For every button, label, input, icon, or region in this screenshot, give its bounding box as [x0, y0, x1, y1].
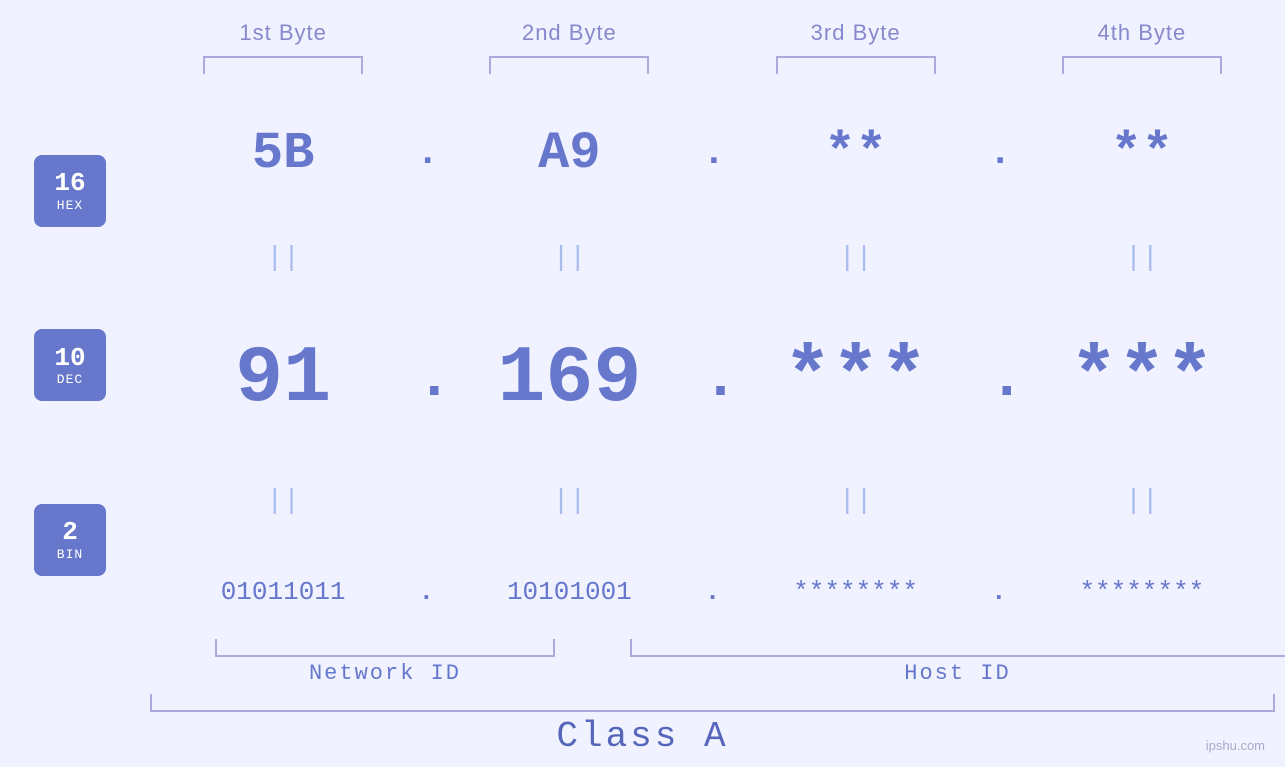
- id-labels-row: Network ID Host ID: [0, 661, 1285, 686]
- bracket-4: [999, 56, 1285, 74]
- dec-dot-3: .: [989, 346, 1009, 414]
- eq-1: ||: [150, 243, 416, 274]
- hex-byte-2: A9: [436, 124, 702, 183]
- byte-4-header: 4th Byte: [999, 20, 1285, 46]
- top-brackets: [0, 56, 1285, 74]
- bin-dot-2: .: [703, 577, 723, 607]
- dec-dot-1: .: [416, 346, 436, 414]
- eq-4: ||: [1009, 243, 1275, 274]
- hex-dot-1: .: [416, 132, 436, 175]
- hex-byte-3: **: [723, 124, 989, 183]
- hex-dot-3: .: [989, 132, 1009, 175]
- bracket-2: [426, 56, 712, 74]
- bin-badge: 2 BIN: [34, 504, 106, 576]
- bracket-line-1: [203, 56, 363, 74]
- hex-byte-1: 5B: [150, 124, 416, 183]
- byte-1-header: 1st Byte: [140, 20, 426, 46]
- eq2-1: ||: [150, 486, 416, 517]
- bracket-line-3: [776, 56, 936, 74]
- dec-byte-1: 91: [150, 334, 416, 425]
- eq-row-1: || || || ||: [140, 243, 1285, 274]
- header-row: 1st Byte 2nd Byte 3rd Byte 4th Byte: [0, 0, 1285, 46]
- dec-byte-3: ***: [723, 334, 989, 425]
- main-container: 1st Byte 2nd Byte 3rd Byte 4th Byte 16 H…: [0, 0, 1285, 767]
- eq2-3: ||: [723, 486, 989, 517]
- bracket-1: [140, 56, 426, 74]
- hex-badge-number: 16: [54, 169, 85, 198]
- bin-byte-1: 01011011: [150, 577, 416, 607]
- overall-bracket-line: [150, 694, 1275, 712]
- eq-2: ||: [436, 243, 702, 274]
- dec-badge-number: 10: [54, 344, 85, 373]
- bin-row: 01011011 . 10101001 . ******** . *******…: [140, 577, 1285, 607]
- bottom-brackets-row: [0, 639, 1285, 657]
- bin-badge-label: BIN: [57, 547, 83, 562]
- bin-byte-2: 10101001: [436, 577, 702, 607]
- byte-2-header: 2nd Byte: [426, 20, 712, 46]
- host-bracket-container: [630, 639, 1285, 657]
- hex-badge: 16 HEX: [34, 155, 106, 227]
- network-bracket-line: [215, 639, 555, 657]
- dec-byte-4: ***: [1009, 334, 1275, 425]
- class-label: Class A: [0, 716, 1285, 757]
- eq2-2: ||: [436, 486, 702, 517]
- overall-bracket-row: [0, 694, 1285, 712]
- data-section: 5B . A9 . ** . ** || || || || 91: [140, 94, 1285, 637]
- bin-dot-3: .: [989, 577, 1009, 607]
- bracket-line-4: [1062, 56, 1222, 74]
- dec-badge: 10 DEC: [34, 329, 106, 401]
- dec-byte-2: 169: [436, 334, 702, 425]
- bracket-3: [713, 56, 999, 74]
- hex-byte-4: **: [1009, 124, 1275, 183]
- badges-column: 16 HEX 10 DEC 2 BIN: [0, 94, 140, 637]
- byte-3-header: 3rd Byte: [713, 20, 999, 46]
- host-id-label: Host ID: [630, 661, 1285, 686]
- dec-dot-2: .: [703, 346, 723, 414]
- hex-badge-label: HEX: [57, 198, 83, 213]
- bin-byte-4: ********: [1009, 577, 1275, 607]
- main-section: 16 HEX 10 DEC 2 BIN 5B . A9 . ** . **: [0, 94, 1285, 637]
- bin-badge-number: 2: [62, 518, 78, 547]
- watermark: ipshu.com: [1206, 738, 1265, 753]
- network-id-label: Network ID: [140, 661, 630, 686]
- dec-row: 91 . 169 . *** . ***: [140, 334, 1285, 425]
- hex-row: 5B . A9 . ** . **: [140, 124, 1285, 183]
- dec-badge-label: DEC: [57, 372, 83, 387]
- bin-dot-1: .: [416, 577, 436, 607]
- network-bracket-container: [140, 639, 630, 657]
- eq2-4: ||: [1009, 486, 1275, 517]
- eq-row-2: || || || ||: [140, 486, 1285, 517]
- hex-dot-2: .: [703, 132, 723, 175]
- eq-3: ||: [723, 243, 989, 274]
- bin-byte-3: ********: [723, 577, 989, 607]
- bracket-line-2: [489, 56, 649, 74]
- host-bracket-line: [630, 639, 1285, 657]
